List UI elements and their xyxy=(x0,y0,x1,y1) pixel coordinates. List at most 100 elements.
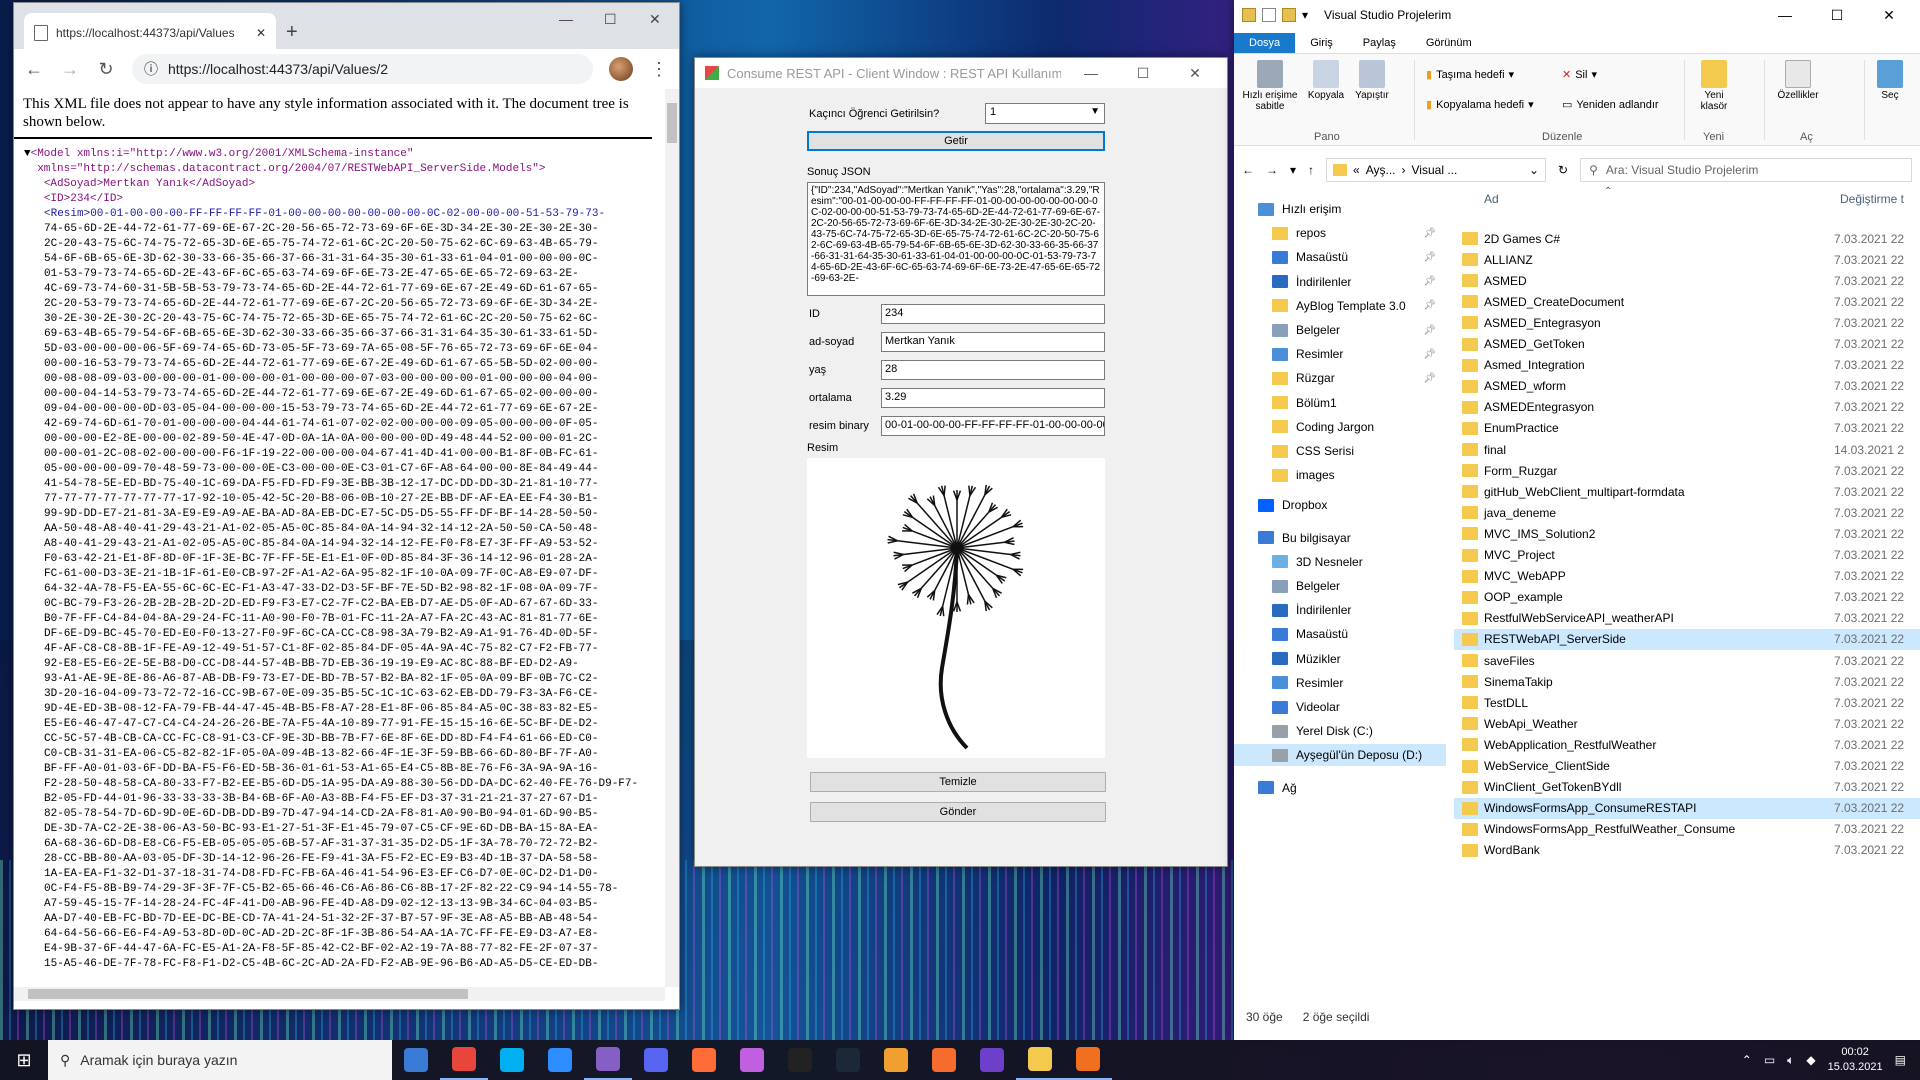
file-row[interactable]: WindowsFormsApp_ConsumeRESTAPI 7.03.2021 … xyxy=(1454,797,1920,819)
nav-item-doc[interactable]: Belgeler 📌︎ xyxy=(1234,319,1446,341)
copy-button[interactable]: Kopyala xyxy=(1304,60,1348,101)
file-row[interactable]: RestfulWebServiceAPI_weatherAPI 7.03.2021… xyxy=(1454,608,1920,629)
file-row[interactable]: ASMED_wform 7.03.2021 22 xyxy=(1454,376,1920,397)
paint-app[interactable] xyxy=(728,1040,776,1080)
unreal-app[interactable] xyxy=(776,1040,824,1080)
file-row[interactable]: Asmed_Integration 7.03.2021 22 xyxy=(1454,355,1920,376)
nav-item-folder[interactable]: images xyxy=(1234,464,1446,486)
notification-icon[interactable]: ▤ xyxy=(1895,1053,1906,1067)
search-input[interactable]: ⚲ Ara: Visual Studio Projelerim xyxy=(1580,158,1912,182)
up-icon[interactable]: ↑ xyxy=(1308,163,1314,177)
paste-button[interactable]: Yapıştır xyxy=(1350,60,1394,101)
maximize-button[interactable]: ☐ xyxy=(1814,7,1860,24)
refresh-icon[interactable]: ↻ xyxy=(1558,163,1568,177)
binary-field[interactable]: 00-01-00-00-00-FF-FF-FF-FF-01-00-00-00-0… xyxy=(881,416,1105,436)
properties-quick-icon[interactable] xyxy=(1262,8,1276,22)
explorer-app[interactable] xyxy=(392,1040,440,1080)
maximize-button[interactable]: ☐ xyxy=(1121,65,1165,82)
tab-paylas[interactable]: Paylaş xyxy=(1348,33,1411,53)
properties-button[interactable]: Özellikler xyxy=(1770,60,1826,101)
file-row[interactable]: gitHub_WebClient_multipart-formdata 7.03.… xyxy=(1454,481,1920,502)
new-folder-quick-icon[interactable] xyxy=(1282,8,1296,22)
speaker-icon[interactable]: 🔈︎ xyxy=(1787,1053,1794,1068)
student-select[interactable]: 1 ▼ xyxy=(985,103,1105,124)
nav-item-drive[interactable]: Ayşegül'ün Deposu (D:) xyxy=(1234,744,1446,767)
video-app[interactable] xyxy=(872,1040,920,1080)
info-icon[interactable]: ⓘ xyxy=(144,59,158,79)
id-field[interactable]: 234 xyxy=(881,304,1105,324)
file-row[interactable]: TestDLL 7.03.2021 22 xyxy=(1454,692,1920,713)
file-row[interactable]: WebApplication_RestfulWeather 7.03.2021 2… xyxy=(1454,734,1920,755)
get-button[interactable]: Getir xyxy=(807,131,1105,151)
taskbar-search[interactable]: ⚲ Aramak için buraya yazın xyxy=(48,1040,392,1080)
new-folder-button[interactable]: Yeni klasör xyxy=(1692,60,1736,112)
nav-item-network[interactable]: Ağ xyxy=(1234,777,1446,799)
tab-giris[interactable]: Giriş xyxy=(1295,33,1348,53)
tray-chevron-icon[interactable]: ⌃ xyxy=(1742,1053,1752,1067)
file-row[interactable]: OOP_example 7.03.2021 22 xyxy=(1454,587,1920,608)
select-button[interactable]: Seç xyxy=(1870,60,1910,101)
nav-item-folder[interactable]: CSS Serisi xyxy=(1234,440,1446,462)
file-row[interactable]: EnumPractice 7.03.2021 22 xyxy=(1454,418,1920,439)
chrome-app[interactable] xyxy=(440,1040,488,1080)
back-icon[interactable]: ← xyxy=(1242,163,1254,177)
close-button[interactable]: ✕ xyxy=(1173,65,1217,82)
json-result-box[interactable]: {"ID":234,"AdSoyad":"Mertkan Yanık","Yas… xyxy=(807,182,1105,296)
forward-icon[interactable]: → xyxy=(60,59,80,80)
file-row[interactable]: Form_Ruzgar 7.03.2021 22 xyxy=(1454,460,1920,481)
file-row[interactable]: WordBank 7.03.2021 22 xyxy=(1454,840,1920,861)
back-icon[interactable]: ← xyxy=(24,59,44,80)
breadcrumb-part-1[interactable]: Ayş... xyxy=(1366,163,1396,177)
nav-item-pic[interactable]: Resimler 📌︎ xyxy=(1234,343,1446,365)
close-tab-icon[interactable]: ✕ xyxy=(256,26,266,40)
name-field[interactable]: Mertkan Yanık xyxy=(881,332,1105,352)
menu-icon[interactable]: ⋮ xyxy=(649,59,669,80)
tab-gorunum[interactable]: Görünüm xyxy=(1411,33,1487,53)
nav-item-dropbox[interactable]: Dropbox xyxy=(1234,494,1446,516)
file-explorer-app[interactable] xyxy=(1016,1040,1064,1080)
discord-app[interactable] xyxy=(632,1040,680,1080)
vertical-scrollbar[interactable] xyxy=(665,89,679,987)
zoom-app[interactable] xyxy=(536,1040,584,1080)
file-row[interactable]: ASMED_CreateDocument 7.03.2021 22 xyxy=(1454,291,1920,312)
file-row[interactable]: SinemaTakip 7.03.2021 22 xyxy=(1454,671,1920,692)
file-row[interactable]: RESTWebAPI_ServerSide 7.03.2021 22 xyxy=(1454,628,1920,650)
file-row[interactable]: WebApi_Weather 7.03.2021 22 xyxy=(1454,713,1920,734)
nav-item-music[interactable]: Müzikler xyxy=(1234,648,1446,670)
file-row[interactable]: saveFiles 7.03.2021 22 xyxy=(1454,650,1920,671)
minimize-button[interactable]: — xyxy=(1762,7,1808,23)
minimize-button[interactable]: — xyxy=(559,11,573,27)
file-row[interactable]: WebService_ClientSide 7.03.2021 22 xyxy=(1454,756,1920,777)
github-app[interactable] xyxy=(968,1040,1016,1080)
steam-app[interactable] xyxy=(824,1040,872,1080)
quick-access-dropdown-icon[interactable]: ▾ xyxy=(1302,8,1308,22)
file-row[interactable]: MVC_WebAPP 7.03.2021 22 xyxy=(1454,566,1920,587)
chevron-down-icon[interactable]: ⌄ xyxy=(1529,163,1539,177)
nav-item-drive[interactable]: Yerel Disk (C:) xyxy=(1234,720,1446,742)
recent-dropdown-icon[interactable]: ▾ xyxy=(1290,163,1296,177)
average-field[interactable]: 3.29 xyxy=(881,388,1105,408)
nav-item-folder[interactable]: repos 📌︎ xyxy=(1234,222,1446,244)
close-button[interactable]: ✕ xyxy=(1866,7,1912,24)
file-row[interactable]: final 14.03.2021 2 xyxy=(1454,439,1920,460)
clear-button[interactable]: Temizle xyxy=(810,772,1106,792)
breadcrumb-overflow-icon[interactable]: « xyxy=(1353,163,1360,177)
network-icon[interactable]: ▭ xyxy=(1764,1053,1775,1067)
horizontal-scrollbar[interactable] xyxy=(14,987,665,1001)
maximize-button[interactable]: ☐ xyxy=(604,11,617,28)
copy-to-button[interactable]: ▮ Kopyalama hedefi ▾ xyxy=(1426,98,1534,112)
address-bar[interactable]: ⓘ https://localhost:44373/api/Values/2 xyxy=(132,54,593,84)
move-to-button[interactable]: ▮ Taşıma hedefi ▾ xyxy=(1426,68,1514,82)
skype-app[interactable] xyxy=(488,1040,536,1080)
nav-item-folder[interactable]: Bölüm1 xyxy=(1234,392,1446,414)
nav-item-desktop[interactable]: Masaüstü xyxy=(1234,623,1446,645)
address-breadcrumb[interactable]: « Ayş... › Visual ... ⌄ xyxy=(1326,158,1547,182)
nav-item-folder[interactable]: Coding Jargon xyxy=(1234,416,1446,438)
file-row[interactable]: 2D Games C# 7.03.2021 22 xyxy=(1454,228,1920,249)
nav-item-pic[interactable]: Resimler xyxy=(1234,672,1446,694)
browser-tab[interactable]: https://localhost:44373/api/Values ✕ xyxy=(24,13,276,53)
nav-item-pc[interactable]: Bu bilgisayar xyxy=(1234,527,1446,549)
file-row[interactable]: MVC_IMS_Solution2 7.03.2021 22 xyxy=(1454,523,1920,544)
breadcrumb-part-2[interactable]: Visual ... xyxy=(1412,163,1458,177)
file-row[interactable]: WinClient_GetTokenBYdll 7.03.2021 22 xyxy=(1454,777,1920,798)
